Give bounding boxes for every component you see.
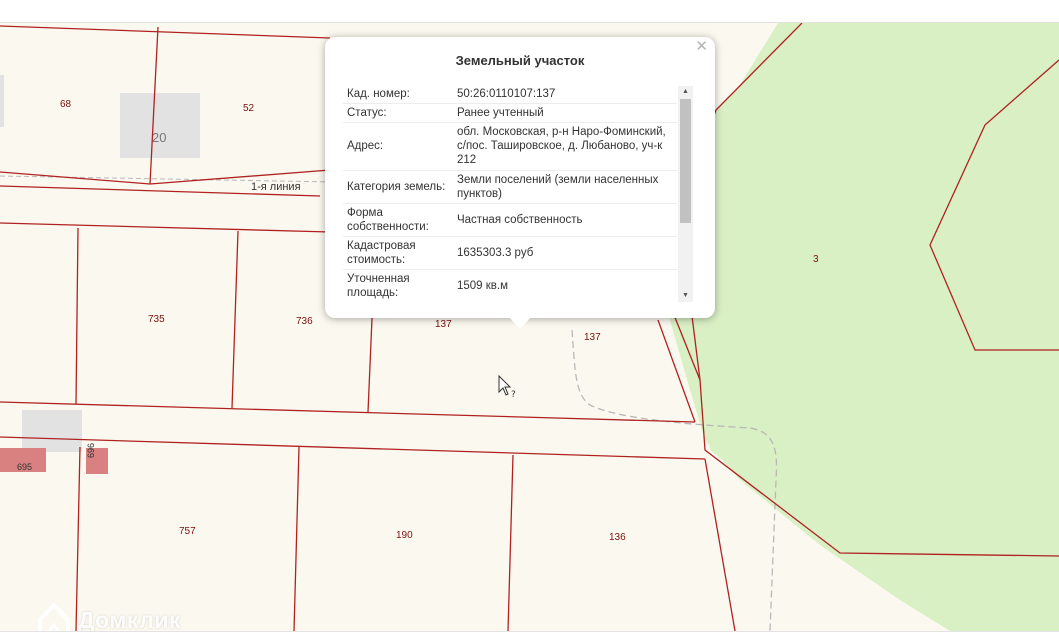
popup-title: Земельный участок [455, 53, 585, 68]
row-value: Ранее учтенный [453, 103, 677, 123]
table-row: Статус: Ранее учтенный [343, 103, 677, 123]
popup-scrollbar[interactable]: ▲ ▼ [678, 86, 693, 302]
table-row: Кадастровая стоимость: 1635303.3 руб [343, 236, 677, 270]
watermark-text: Домклик [78, 607, 181, 631]
plot-label: 137 [584, 332, 601, 343]
plot-label: 190 [396, 530, 413, 541]
plot-label: 136 [609, 532, 626, 543]
table-row: Форма собственности: Частная собственнос… [343, 203, 677, 237]
bottom-strip [0, 631, 1059, 642]
building-left-edge [0, 75, 4, 127]
table-row: Категория земель: Земли поселений (земли… [343, 170, 677, 204]
small-plot-label: 696 [86, 443, 96, 458]
row-key: Форма собственности: [343, 203, 453, 237]
row-value: 1509 кв.м [453, 269, 677, 302]
row-value: 50:26:0110107:137 [453, 86, 677, 104]
row-key: Кад. номер: [343, 86, 453, 104]
scroll-down-arrow-icon[interactable]: ▼ [678, 290, 693, 302]
plot-label: 736 [296, 316, 313, 327]
row-key: Статус: [343, 103, 453, 123]
building-number: 20 [152, 130, 166, 145]
popup-pointer [509, 317, 531, 329]
row-value: 1635303.3 руб [453, 236, 677, 270]
top-toolbar-strip [0, 0, 1059, 23]
plot-label: 735 [148, 314, 165, 325]
row-value: обл. Московская, р-н Наро-Фоминский, с/п… [453, 122, 677, 171]
row-key: Категория земель: [343, 170, 453, 204]
plot-label: 68 [60, 99, 72, 110]
row-key: Кадастровая стоимость: [343, 236, 453, 270]
street-label: 1-я линия [251, 181, 301, 193]
row-value: Земли поселений (земли населенных пункто… [453, 170, 677, 204]
parcel-info-table: Кад. номер: 50:26:0110107:137 Статус: Ра… [343, 86, 677, 302]
plot-label: 3 [813, 254, 819, 265]
row-key: Уточненная площадь: [343, 269, 453, 302]
table-row: Кад. номер: 50:26:0110107:137 [343, 86, 677, 104]
plot-label: 757 [179, 526, 196, 537]
small-plot-label: 695 [17, 462, 32, 472]
mouse-cursor-icon: ? [498, 374, 516, 400]
svg-text:?: ? [511, 390, 516, 400]
house-logo-icon [38, 602, 70, 631]
row-value: Частная собственность [453, 203, 677, 237]
building [22, 410, 82, 452]
scrollbar-thumb[interactable] [680, 99, 691, 223]
row-key: Адрес: [343, 122, 453, 171]
popup-info-scroll-area[interactable]: Кад. номер: 50:26:0110107:137 Статус: Ра… [343, 86, 693, 302]
plot-label: 137 [435, 319, 452, 330]
table-row: Уточненная площадь: 1509 кв.м [343, 269, 677, 302]
plot-label: 52 [243, 103, 255, 114]
scroll-up-arrow-icon[interactable]: ▲ [678, 86, 693, 98]
table-row: Адрес: обл. Московская, р-н Наро-Фоминск… [343, 122, 677, 171]
parcel-info-popup: ✕ Земельный участок Кад. номер: 50:26:01… [325, 37, 715, 329]
building [120, 93, 200, 158]
